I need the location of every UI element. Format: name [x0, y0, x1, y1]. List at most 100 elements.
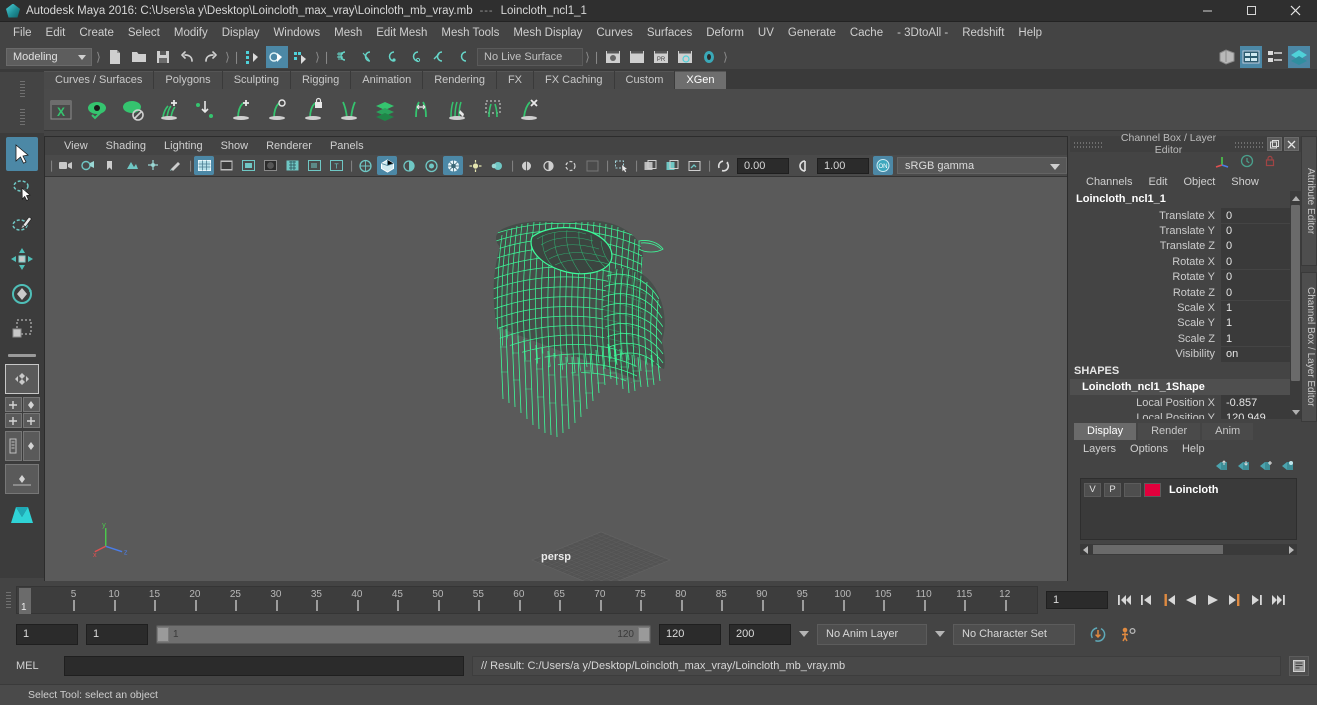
shelf-tab-curves-surfaces[interactable]: Curves / Surfaces [44, 71, 154, 89]
layer-tab-render[interactable]: Render [1138, 423, 1201, 440]
panel-drag-handle-icon[interactable] [1074, 140, 1102, 148]
attribute-value-field[interactable]: 0 [1221, 285, 1301, 301]
layer-visibility-toggle[interactable]: V [1084, 482, 1101, 497]
viewport-snapshot-teal-icon[interactable] [662, 156, 682, 175]
animation-start-field[interactable]: 1 [16, 623, 78, 645]
shadows-icon[interactable] [399, 156, 419, 175]
range-right-grip[interactable] [638, 626, 650, 642]
flat-shade-icon[interactable] [260, 156, 280, 175]
viewport-menu-panels[interactable]: Panels [321, 138, 373, 154]
layer-menu-help[interactable]: Help [1175, 441, 1212, 457]
show-hide-tool-settings-button[interactable] [1264, 46, 1286, 68]
render-current-frame-button[interactable] [602, 46, 624, 68]
smooth-shade-selected-icon[interactable] [238, 156, 258, 175]
attribute-value-field[interactable]: 0 [1221, 254, 1301, 270]
shelf-tab-rigging[interactable]: Rigging [290, 71, 351, 89]
play-forwards-icon[interactable] [1204, 592, 1221, 609]
attribute-value-field[interactable]: 1 [1221, 331, 1301, 347]
close-button[interactable] [1273, 0, 1317, 22]
persp-outliner-layout[interactable] [4, 431, 40, 461]
texture-shading-icon[interactable]: T [326, 156, 346, 175]
scrollbar-thumb[interactable] [1291, 205, 1300, 381]
layout-quad-br[interactable] [22, 413, 40, 428]
snap-to-view-plane-button[interactable] [428, 46, 450, 68]
tab-attribute-editor[interactable]: Attribute Editor [1301, 136, 1317, 266]
viewport-snapshot-icon[interactable] [640, 156, 660, 175]
color-management-toggle-icon[interactable]: ON [873, 156, 893, 175]
use-default-lighting-icon[interactable] [355, 156, 375, 175]
wireframe-shading-icon[interactable] [194, 156, 214, 175]
snap-to-grid-button[interactable] [332, 46, 354, 68]
layout-quad-tl[interactable] [4, 397, 22, 412]
panel-drag-handle-right-icon[interactable] [1235, 140, 1263, 148]
persp-graph-layout[interactable] [5, 464, 39, 494]
menu-item-14[interactable]: UV [751, 24, 781, 43]
xgen-select-guide-icon[interactable] [260, 93, 294, 127]
shelf-tab-rendering[interactable]: Rendering [423, 71, 496, 89]
xray-active-components-icon[interactable] [560, 156, 580, 175]
xgen-add-guide-icon[interactable] [224, 93, 258, 127]
xgen-preview-eye-icon[interactable] [80, 93, 114, 127]
attribute-value-field[interactable]: 120.949 [1221, 410, 1301, 419]
xgen-layers-icon[interactable] [368, 93, 402, 127]
xgen-mirror-guide-icon[interactable] [332, 93, 366, 127]
camera-attributes-icon[interactable] [77, 156, 97, 175]
layer-list-item[interactable]: V P Loincloth [1084, 482, 1293, 497]
current-frame-field[interactable]: 1 [1046, 591, 1108, 609]
gamma-field[interactable]: 1.00 [817, 157, 869, 174]
lasso-select-tool[interactable] [6, 172, 38, 206]
hscrollbar-thumb[interactable] [1093, 545, 1223, 554]
undo-button[interactable] [176, 46, 198, 68]
make-live-button[interactable] [452, 46, 474, 68]
exposure-icon[interactable] [713, 156, 733, 175]
render-view-button[interactable] [674, 46, 696, 68]
shelf-tab-animation[interactable]: Animation [351, 71, 423, 89]
select-by-component-button[interactable] [290, 46, 312, 68]
xgen-delete-guide-icon[interactable] [512, 93, 546, 127]
menu-item-5[interactable]: Display [215, 24, 267, 43]
channel-box-menu-channels[interactable]: Channels [1078, 174, 1140, 190]
viewport-menu-show[interactable]: Show [212, 138, 258, 154]
wireframe-on-shaded-icon[interactable] [282, 156, 302, 175]
xgen-disable-preview-icon[interactable] [116, 93, 150, 127]
attribute-value-field[interactable]: on [1221, 346, 1301, 362]
xray-joints-icon[interactable] [538, 156, 558, 175]
scroll-down-icon[interactable] [1291, 406, 1300, 418]
menu-set-selector[interactable]: Modeling [6, 47, 92, 66]
layer-display-type-toggle[interactable] [1124, 482, 1141, 497]
two-d-pan-zoom-icon[interactable] [143, 156, 163, 175]
attribute-value-field[interactable]: 0 [1221, 208, 1301, 224]
layout-outliner-pane[interactable] [4, 431, 22, 461]
viewport-menu-lighting[interactable]: Lighting [155, 138, 212, 154]
character-set-select[interactable]: No Character Set [953, 623, 1075, 645]
viewport-menu-view[interactable]: View [55, 138, 97, 154]
live-surface-field[interactable]: No Live Surface [477, 47, 583, 66]
layer-playback-toggle[interactable]: P [1104, 482, 1121, 497]
xgen-lock-guide-icon[interactable] [296, 93, 330, 127]
attribute-value-field[interactable]: 0 [1221, 223, 1301, 239]
hscroll-right-icon[interactable] [1286, 545, 1297, 554]
auto-keyframe-icon[interactable] [1087, 624, 1109, 644]
scroll-up-icon[interactable] [1291, 192, 1300, 204]
character-set-chevron-down-icon[interactable] [935, 631, 945, 637]
layer-tab-display[interactable]: Display [1074, 423, 1137, 440]
time-slider-drag-handle[interactable] [0, 586, 16, 614]
smooth-shade-all-icon[interactable] [216, 156, 236, 175]
anim-layer-select[interactable]: No Anim Layer [817, 623, 927, 645]
layer-next-icon[interactable] [1236, 459, 1251, 475]
irr-render-button[interactable] [626, 46, 648, 68]
snap-to-point-button[interactable] [380, 46, 402, 68]
show-hide-attribute-editor-button[interactable] [1240, 45, 1262, 68]
depth-of-field-icon[interactable] [487, 156, 507, 175]
menu-item-8[interactable]: Edit Mesh [369, 24, 434, 43]
viewport-menu-renderer[interactable]: Renderer [257, 138, 321, 154]
range-left-grip[interactable] [157, 626, 169, 642]
xgen-place-guide-icon[interactable] [188, 93, 222, 127]
maya-layout-icon[interactable] [6, 497, 38, 531]
gamma-icon[interactable] [793, 156, 813, 175]
snap-to-projected-center-button[interactable] [404, 46, 426, 68]
use-all-lights-icon[interactable] [377, 156, 397, 175]
animation-preferences-icon[interactable] [1117, 624, 1139, 644]
time-cursor[interactable]: 1 [19, 588, 31, 614]
time-slider[interactable]: 1 5 10 15 20 25 30 35 40 45 50 55 60 65 70 75 80 85 90 95 1… [16, 586, 1038, 614]
